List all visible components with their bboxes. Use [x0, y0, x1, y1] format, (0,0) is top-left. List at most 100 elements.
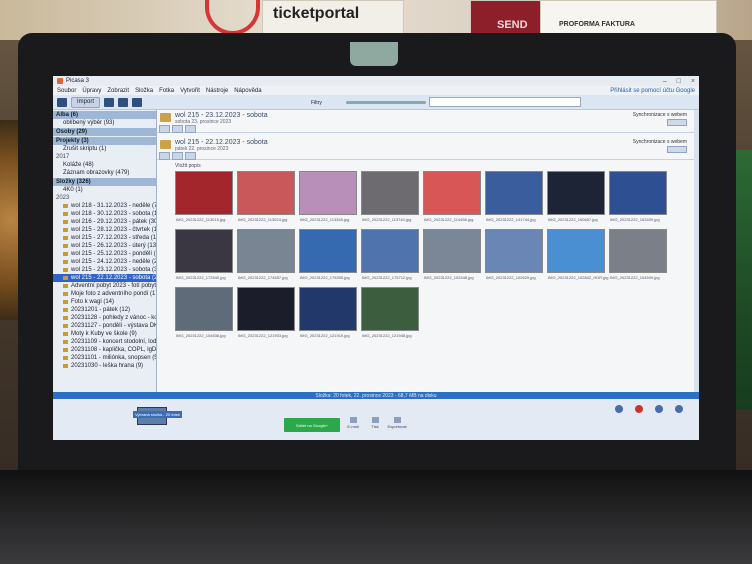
folder-item[interactable]: 4K0 (1): [53, 186, 156, 194]
folder-item[interactable]: wol 218 - 31.12.2023 - neděle (73): [53, 202, 156, 210]
folder-icon: [63, 356, 68, 360]
people-view-icon[interactable]: [132, 97, 143, 107]
photo-thumbnail[interactable]: IMG_20231222_104509.jpg: [609, 229, 667, 280]
photo-thumbnail[interactable]: IMG_20231222_102448.jpg: [423, 229, 481, 280]
close-button[interactable]: ×: [691, 78, 695, 85]
section-people[interactable]: Osoby (29): [53, 128, 156, 136]
folder-item[interactable]: wol 215 - 26.12.2023 - úterý (13): [53, 242, 156, 250]
photo-thumbnail[interactable]: IMG_20231222_104838.jpg: [175, 287, 233, 338]
photo-thumbnail[interactable]: IMG_20231222_121948.jpg: [361, 287, 419, 338]
menu-file[interactable]: Soubor: [57, 88, 76, 94]
folder-icon: [63, 252, 68, 256]
folder-title[interactable]: wol 215 - 22.12.2023 - sobota: [175, 137, 699, 146]
photo-thumbnail[interactable]: IMG_20231222_121903.jpg: [237, 287, 295, 338]
folder-item[interactable]: Adventní pobyt 2023 - fotí pobytů: [53, 282, 156, 290]
folder-item[interactable]: 20231101 - miliónka, snopsen (5): [53, 354, 156, 362]
photo-thumbnail[interactable]: IMG_20231222_114458.jpg: [423, 171, 481, 222]
section-folders[interactable]: Složky (326): [53, 178, 156, 186]
print-button[interactable]: Tisk: [365, 417, 385, 429]
folder-item[interactable]: wol 215 - 25.12.2023 - pondělí (24): [53, 250, 156, 258]
play-slideshow-icon[interactable]: [159, 125, 170, 133]
folder-title[interactable]: wol 215 - 23.12.2023 - sobota: [175, 110, 699, 119]
section-projects[interactable]: Projekty (3): [53, 137, 156, 145]
sync-label: Synchronizace s webem: [632, 112, 687, 118]
photo-thumbnail[interactable]: IMG_20231222_175300.jpg: [299, 229, 357, 280]
movie-icon[interactable]: [185, 152, 196, 160]
folder-item[interactable]: wol 218 - 30.12.2023 - sobota (12): [53, 210, 156, 218]
album-item[interactable]: oblíbený výběr (93): [53, 119, 156, 127]
collage-icon[interactable]: [172, 152, 183, 160]
vertical-scrollbar[interactable]: [694, 110, 699, 410]
photo-thumbnail[interactable]: IMG_20231222_172540.jpg: [175, 229, 233, 280]
folder-item[interactable]: wol 216 - 29.12.2023 - pátek (30): [53, 218, 156, 226]
project-item[interactable]: Zrušit skriptu (1): [53, 145, 156, 153]
import-button[interactable]: Import: [71, 96, 101, 108]
folder-item[interactable]: 20231127 - pondělí - výstava DK (37): [53, 322, 156, 330]
photo-thumbnail[interactable]: IMG_20231222_102629.jpg: [485, 229, 543, 280]
menu-folder[interactable]: Složka: [135, 88, 153, 94]
folder-date: pátek 22. prosince 2023: [175, 146, 229, 152]
menu-view[interactable]: Zobrazit: [107, 88, 129, 94]
project-item[interactable]: Záznam obrazovky (479): [53, 169, 156, 177]
folder-label: wol 215 - 27.12.2023 - středa (11): [71, 235, 156, 241]
folder-item[interactable]: wol 215 - 23.12.2023 - sobota (35): [53, 266, 156, 274]
search-input[interactable]: [429, 97, 582, 107]
folder-item[interactable]: wol 215 - 22.12.2023 - sobota (20): [53, 274, 156, 282]
folder-item[interactable]: 20231201 - pátek (12): [53, 306, 156, 314]
collage-icon[interactable]: [172, 125, 183, 133]
location-pin-icon[interactable]: [635, 405, 643, 413]
photo-thumbnail[interactable]: IMG_20231222_141744.jpg: [485, 171, 543, 222]
folder-item[interactable]: Moje foto z adventního pondí (17): [53, 290, 156, 298]
add-folder-icon[interactable]: [57, 97, 67, 107]
photo-thumbnail[interactable]: IMG_20231222_113015.jpg: [175, 171, 233, 222]
print-label: Tisk: [371, 424, 379, 429]
photo-thumbnail[interactable]: IMG_20231222_113345.jpg: [299, 171, 357, 222]
google-signin-link[interactable]: Přihlásit se pomocí účtu Google: [610, 88, 695, 94]
photo-thumbnail[interactable]: IMG_20231222_113024.jpg: [237, 171, 295, 222]
photo-thumbnail[interactable]: IMG_20231222_163409.jpg: [609, 171, 667, 222]
section-albums[interactable]: Alba (6): [53, 111, 156, 119]
menu-help[interactable]: Nápověda: [234, 88, 261, 94]
photo-filename: IMG_20231222_102448.jpg: [424, 275, 474, 280]
photo-thumbnail[interactable]: IMG_20231222_102842_HDR.jpg: [547, 229, 609, 280]
sync-toggle[interactable]: [667, 119, 687, 126]
menu-picture[interactable]: Fotka: [159, 88, 174, 94]
menu-edit[interactable]: Úpravy: [82, 88, 101, 94]
folder-item[interactable]: 20231109 - koncert stodolní, loď a tr: [53, 338, 156, 346]
menu-create[interactable]: Vytvořit: [180, 88, 200, 94]
menu-tools[interactable]: Nástroje: [206, 88, 228, 94]
folder-label: Moty k Kuby ve škole (9): [71, 331, 137, 337]
project-item[interactable]: Koláže (48): [53, 161, 156, 169]
folder-item[interactable]: 20231128 - pohledy z vánoc - kočk (6): [53, 314, 156, 322]
grid-view-icon[interactable]: [118, 97, 129, 107]
folder-item[interactable]: Foto k wagi (14): [53, 298, 156, 306]
photo-thumbnail[interactable]: IMG_20231222_174657.jpg: [237, 229, 295, 280]
maximize-button[interactable]: □: [677, 78, 681, 85]
add-caption-label[interactable]: Vložit popis: [175, 163, 699, 169]
photo-thumbnail[interactable]: IMG_20231222_121919.jpg: [299, 287, 357, 338]
folder-item[interactable]: Moty k Kuby ve škole (9): [53, 330, 156, 338]
movie-icon[interactable]: [185, 125, 196, 133]
zoom-slider[interactable]: [346, 100, 427, 104]
tag-icon[interactable]: [655, 405, 663, 413]
export-button[interactable]: Exportovat: [387, 417, 407, 429]
folder-icon: [63, 260, 68, 264]
photo-filename: IMG_20231222_121948.jpg: [362, 333, 412, 338]
photo-thumbnail[interactable]: IMG_20231222_113744.jpg: [361, 171, 419, 222]
folder-item[interactable]: wol 215 - 27.12.2023 - středa (11): [53, 234, 156, 242]
folder-item[interactable]: wol 215 - 24.12.2023 - neděle (24): [53, 258, 156, 266]
sync-toggle[interactable]: [667, 146, 687, 153]
info-icon[interactable]: [675, 405, 683, 413]
slideshow-icon[interactable]: [104, 97, 115, 107]
folder-item[interactable]: wol 215 - 28.12.2023 - čtvrtek (16): [53, 226, 156, 234]
folder-item[interactable]: 20231108 - kaplička, COPL, lgD (1): [53, 346, 156, 354]
folder-label: 20231201 - pátek (12): [71, 307, 131, 313]
people-icon[interactable]: [615, 405, 623, 413]
photo-thumbnail[interactable]: IMG_20231222_160657.jpg: [547, 171, 605, 222]
folder-item[interactable]: 20231030 - leška hrana (9): [53, 362, 156, 370]
share-google-plus-button[interactable]: Sdílet na Google+: [284, 418, 340, 432]
minimize-button[interactable]: –: [663, 78, 667, 85]
email-button[interactable]: E-mail: [343, 417, 363, 429]
play-slideshow-icon[interactable]: [159, 152, 170, 160]
photo-thumbnail[interactable]: IMG_20231222_175712.jpg: [361, 229, 419, 280]
